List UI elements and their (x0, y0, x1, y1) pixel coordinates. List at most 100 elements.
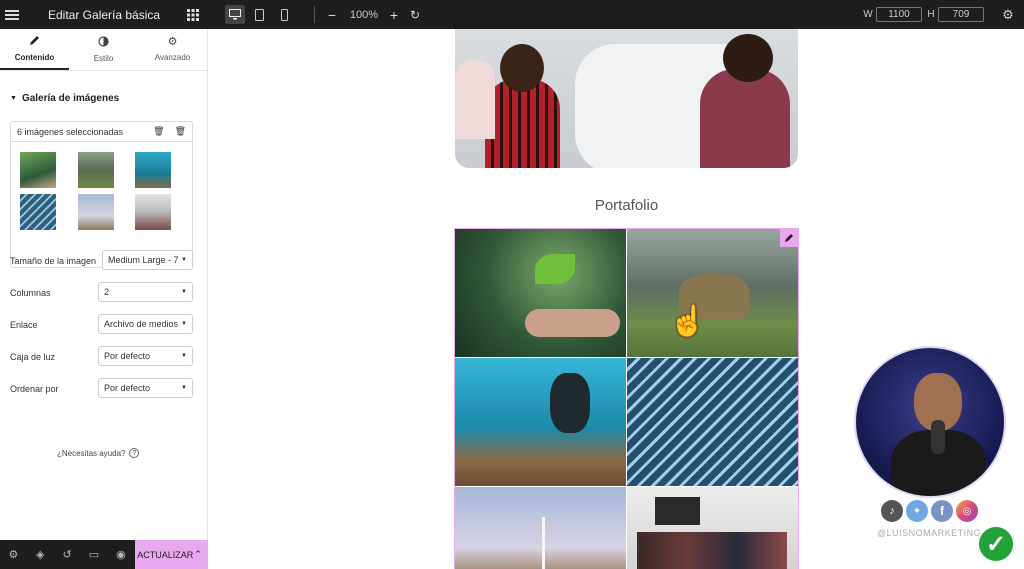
gallery-header: 6 imágenes seleccionadas 🗑 🗑 (11, 122, 192, 142)
chevron-up-icon[interactable]: ⌃ (194, 549, 202, 560)
caret-down-icon: ▼ (181, 257, 187, 263)
thumb-office[interactable] (135, 194, 171, 230)
editor-panel: Contenido Estilo ⚙ Avanzado ▼ Galería de… (0, 29, 208, 540)
diver-shape (550, 373, 590, 433)
gallery-item-elephant[interactable] (627, 229, 798, 357)
zoom-in-icon[interactable]: + (387, 0, 401, 29)
settings-gear-icon[interactable]: ⚙ (1000, 0, 1016, 29)
link-value: Archivo de medios (104, 319, 179, 329)
help-text: ¿Necesitas ayuda? (57, 448, 126, 458)
gallery-widget[interactable]: ☝ (454, 228, 799, 569)
menu-icon[interactable] (4, 0, 20, 29)
contrast-icon (98, 36, 109, 49)
caret-down-icon: ▼ (181, 353, 187, 359)
person-left (455, 59, 495, 139)
link-select[interactable]: Archivo de medios ▼ (98, 314, 193, 334)
gallery-item-office[interactable] (627, 487, 798, 569)
gallery-item-windmill[interactable] (455, 487, 626, 569)
gallery-item-diver[interactable] (455, 358, 626, 486)
tab-style-label: Estilo (93, 54, 114, 63)
caret-down-icon: ▼ (10, 95, 17, 102)
settings-icon[interactable]: ⚙ (0, 540, 27, 569)
width-input[interactable]: 1100 (876, 7, 922, 22)
webcam-overlay (854, 346, 1006, 498)
order-select[interactable]: Por defecto ▼ (98, 378, 193, 398)
zoom-level: 100% (349, 8, 379, 21)
height-input[interactable]: 709 (938, 7, 984, 22)
social-icons: ♪ ✦ f ◎ (881, 500, 978, 522)
caret-down-icon: ▼ (181, 289, 187, 295)
thumb-diver[interactable] (135, 152, 171, 188)
image-size-select[interactable]: Medium Large - 7 ▼ (102, 250, 193, 270)
edit-widget-icon[interactable] (780, 229, 798, 247)
order-value: Por defecto (104, 383, 151, 393)
preview-canvas: Portafolio ☝ ♪ ✦ f ◎ @LUISNOMARKETING ✓ (209, 29, 1024, 569)
section-gallery-header[interactable]: ▼ Galería de imágenes (10, 93, 119, 104)
tab-style[interactable]: Estilo (69, 29, 138, 70)
meeting-image (455, 29, 798, 168)
instagram-icon[interactable]: ◎ (956, 500, 978, 522)
height-label: H (927, 9, 935, 20)
person-right-head (723, 34, 773, 82)
delete-gallery-icon[interactable]: 🗑 (175, 126, 186, 137)
bottom-bar: ⚙ ◈ ↺ ▭ ◉ ACTUALIZAR ⌃ (0, 540, 208, 569)
thumb-windmill[interactable] (78, 194, 114, 230)
responsive-icon[interactable]: ▭ (81, 540, 108, 569)
help-link[interactable]: ¿Necesitas ayuda? ? (57, 448, 140, 458)
portfolio-heading: Portafolio (594, 197, 659, 214)
tiktok-icon[interactable]: ♪ (881, 500, 903, 522)
layers-icon[interactable]: ◈ (27, 540, 54, 569)
image-size-value: Medium Large - 7 (108, 255, 179, 265)
person-head (500, 44, 544, 92)
columns-value: 2 (104, 287, 110, 297)
zoom-out-icon[interactable]: − (325, 0, 339, 29)
toolbar-divider (314, 6, 315, 23)
gallery-control[interactable]: 6 imágenes seleccionadas 🗑 🗑 (10, 121, 193, 268)
lightbox-select[interactable]: Por defecto ▼ (98, 346, 193, 366)
desktop-view-icon[interactable] (225, 5, 245, 24)
person-plaid (485, 79, 560, 168)
mobile-view-icon[interactable] (276, 0, 292, 29)
gallery-count: 6 imágenes seleccionadas (17, 126, 124, 137)
preview-eye-icon[interactable]: ◉ (107, 540, 134, 569)
thumb-elephant[interactable] (78, 152, 114, 188)
top-bar: Editar Galería básica − 100% + ↻ W 1100 … (0, 0, 1024, 29)
question-circle-icon: ? (129, 448, 140, 458)
microphone-shape (931, 420, 945, 454)
gallery-item-building[interactable] (627, 358, 798, 486)
tablet-view-icon[interactable] (251, 0, 267, 29)
thumb-building[interactable] (20, 194, 56, 230)
people-shape (637, 532, 787, 569)
lightbox-value: Por defecto (104, 351, 151, 361)
tab-content[interactable]: Contenido (0, 29, 69, 70)
facebook-icon[interactable]: f (931, 500, 953, 522)
plant-leaf (535, 254, 575, 284)
section-title: Galería de imágenes (21, 93, 120, 104)
tab-content-label: Contenido (14, 53, 55, 62)
update-button[interactable]: ACTUALIZAR ⌃ (135, 540, 208, 569)
columns-select[interactable]: 2 ▼ (98, 282, 193, 302)
widgets-grid-icon[interactable] (186, 0, 200, 29)
hand-cursor-icon: ☝ (669, 305, 707, 338)
image-size-label: Tamaño de la imagen (10, 256, 97, 266)
twitter-icon[interactable]: ✦ (906, 500, 928, 522)
update-label: ACTUALIZAR (137, 549, 194, 560)
check-circle-icon: ✓ (977, 525, 1015, 563)
panel-title: Editar Galería básica (48, 7, 161, 22)
pencil-icon (29, 35, 40, 48)
screen-shape (655, 497, 700, 525)
columns-label: Columnas (10, 288, 51, 298)
edit-gallery-icon[interactable]: 🗑 (153, 126, 164, 137)
caret-down-icon: ▼ (181, 321, 187, 327)
reset-zoom-icon[interactable]: ↻ (408, 0, 422, 29)
tab-advanced[interactable]: ⚙ Avanzado (138, 29, 207, 70)
caret-down-icon: ▼ (181, 385, 187, 391)
width-label: W (863, 9, 873, 20)
gear-icon: ⚙ (167, 36, 178, 48)
panel-tabs: Contenido Estilo ⚙ Avanzado (0, 29, 207, 71)
history-icon[interactable]: ↺ (54, 540, 81, 569)
gallery-item-plant[interactable] (455, 229, 626, 357)
thumb-plant[interactable] (20, 152, 56, 188)
hand-shape (525, 309, 620, 337)
windmill-pole (542, 517, 545, 569)
